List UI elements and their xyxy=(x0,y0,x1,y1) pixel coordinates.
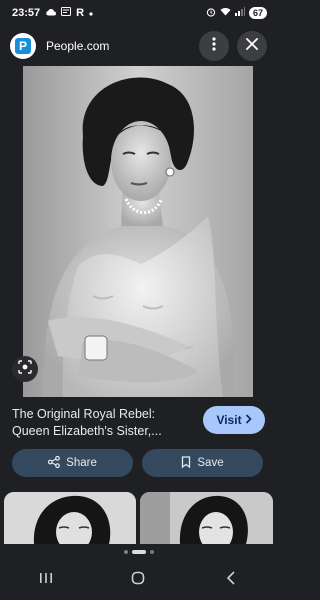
more-options-button[interactable] xyxy=(199,31,229,61)
page-dot xyxy=(123,550,128,554)
recents-button[interactable] xyxy=(26,565,66,595)
preview-image[interactable] xyxy=(23,66,253,397)
site-logo[interactable]: P xyxy=(10,33,36,59)
related-image-thumbnail[interactable] xyxy=(4,492,136,544)
result-title[interactable]: The Original Royal Rebel: Queen Elizabet… xyxy=(12,406,192,440)
thumbnail-photo xyxy=(140,492,273,544)
home-icon xyxy=(131,571,145,590)
status-right: 67 xyxy=(206,7,267,20)
lens-search-button[interactable] xyxy=(12,356,38,382)
back-icon xyxy=(226,570,236,590)
alarm-icon xyxy=(206,7,216,20)
battery-icon: 67 xyxy=(248,7,267,19)
home-button[interactable] xyxy=(118,565,158,595)
share-icon xyxy=(48,455,61,471)
bookmark-icon xyxy=(181,455,191,471)
related-image-thumbnail[interactable] xyxy=(140,492,273,544)
close-button[interactable] xyxy=(237,31,267,61)
site-name[interactable]: People.com xyxy=(46,39,109,53)
visit-label: Visit xyxy=(216,413,242,427)
message-icon xyxy=(61,7,72,19)
save-label: Save xyxy=(197,457,224,469)
close-icon xyxy=(246,37,258,55)
share-button[interactable]: Share xyxy=(12,449,133,477)
page-indicator xyxy=(0,548,277,556)
page-dot-active xyxy=(131,550,146,554)
status-bar: 23:57 R 67 xyxy=(0,0,277,26)
site-logo-letter: P xyxy=(15,38,31,54)
status-left: 23:57 R xyxy=(12,7,93,19)
preview-header: P People.com xyxy=(0,26,277,66)
header-actions xyxy=(199,31,267,61)
status-time: 23:57 xyxy=(12,7,41,19)
lens-icon xyxy=(18,359,32,379)
signal-icon xyxy=(234,7,245,19)
share-label: Share xyxy=(66,457,97,469)
more-vert-icon xyxy=(212,36,216,56)
thumbnail-photo xyxy=(4,492,136,544)
back-button[interactable] xyxy=(211,565,251,595)
page-dot xyxy=(149,550,154,554)
save-button[interactable]: Save xyxy=(142,449,263,477)
cloud-icon xyxy=(45,7,57,19)
wifi-icon xyxy=(220,7,231,19)
notif-r-text: R xyxy=(76,7,85,19)
recents-icon xyxy=(39,571,53,589)
system-nav-bar xyxy=(0,560,277,600)
chevron-right-icon xyxy=(245,413,252,427)
portrait-photo xyxy=(23,66,253,397)
visit-button[interactable]: Visit xyxy=(203,406,265,434)
dot-icon xyxy=(89,7,93,19)
